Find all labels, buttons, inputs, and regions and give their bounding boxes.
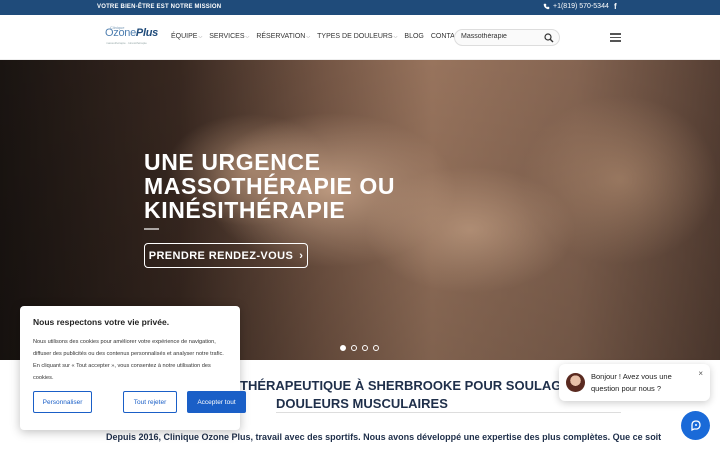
- chat-icon: [690, 419, 701, 431]
- nav-label: ÉQUIPE: [171, 33, 198, 40]
- phone-icon: [543, 3, 550, 10]
- slider-dot[interactable]: [362, 345, 368, 351]
- hero-title-line: MASSOTHÉRAPIE OU: [144, 173, 396, 199]
- cookie-body: Nous utilisons des cookies pour améliore…: [33, 339, 224, 381]
- hero-divider: [144, 228, 159, 230]
- chat-message: Bonjour ! Avez vous une question pour no…: [591, 372, 672, 393]
- top-bar: VOTRE BIEN-ÊTRE EST NOTRE MISSION +1(819…: [0, 0, 720, 15]
- section-title-line1: THÉRAPEUTIQUE À SHERBROOKE POUR SOULAGE: [240, 378, 571, 393]
- section-title-line2: DOULEURS MUSCULAIRES: [276, 396, 448, 411]
- logo-tagline: massothérapie · kinésithérapie: [106, 41, 147, 45]
- cookie-title: Nous respectons votre vie privée.: [33, 317, 170, 327]
- slider-dot[interactable]: [340, 345, 346, 351]
- hero-title-line: KINÉSITHÉRAPIE: [144, 197, 346, 223]
- mission-text: VOTRE BIEN-ÊTRE EST NOTRE MISSION: [97, 4, 222, 10]
- main-nav: ÉQUIPE ⌵ SERVICES ⌵ RÉSERVATION ⌵ TYPES DE DOU…: [171, 33, 471, 40]
- search-icon[interactable]: [544, 33, 554, 43]
- logo[interactable]: Clinique OzonePlus massothérapie · kinés…: [105, 25, 160, 51]
- avatar: [566, 373, 585, 392]
- nav-item-blog[interactable]: BLOG: [404, 33, 423, 40]
- chat-greeting[interactable]: Bonjour ! Avez vous une question pour no…: [559, 364, 710, 401]
- logo-brand: OzonePlus: [105, 27, 158, 39]
- slider-dots: [340, 345, 379, 351]
- search-input[interactable]: [461, 33, 541, 40]
- header: Clinique OzonePlus massothérapie · kinés…: [0, 15, 720, 60]
- nav-label: BLOG: [404, 33, 424, 40]
- chevron-down-icon: ⌵: [245, 33, 250, 40]
- slider-dot[interactable]: [373, 345, 379, 351]
- customize-button[interactable]: Personnaliser: [33, 391, 92, 413]
- reject-all-button[interactable]: Tout rejeter: [123, 391, 177, 413]
- nav-label: TYPES DE DOULEURS: [317, 33, 393, 40]
- nav-item-services[interactable]: SERVICES ⌵: [209, 33, 249, 40]
- hero-title-line: UNE URGENCE: [144, 149, 321, 175]
- chevron-down-icon: ⌵: [306, 33, 311, 40]
- facebook-icon[interactable]: f: [614, 2, 617, 11]
- cookie-consent-dialog: Nous respectons votre vie privée. Nous u…: [20, 306, 246, 430]
- slider-dot[interactable]: [351, 345, 357, 351]
- nav-item-réservation[interactable]: RÉSERVATION ⌵: [256, 33, 310, 40]
- nav-item-types-de-douleurs[interactable]: TYPES DE DOULEURS ⌵: [317, 33, 397, 40]
- chevron-right-icon: ›: [299, 249, 304, 262]
- cta-label: PRENDRE RENDEZ-VOUS: [148, 249, 294, 262]
- nav-item-équipe[interactable]: ÉQUIPE ⌵: [171, 33, 202, 40]
- chevron-down-icon: ⌵: [393, 33, 398, 40]
- nav-label: SERVICES: [209, 33, 245, 40]
- close-icon[interactable]: ×: [698, 369, 703, 378]
- phone-number: +1(819) 570-5344: [553, 3, 609, 10]
- search-box: [454, 29, 560, 46]
- hero-title: UNE URGENCE MASSOTHÉRAPIE OU KINÉSITHÉRA…: [144, 150, 444, 222]
- section-divider: [276, 412, 621, 413]
- intro-text: Depuis 2016, Clinique Ozone Plus, travai…: [106, 432, 662, 442]
- chevron-down-icon: ⌵: [198, 33, 203, 40]
- menu-icon[interactable]: [610, 33, 621, 42]
- accept-all-button[interactable]: Accepter tout: [187, 391, 246, 413]
- chat-launcher-button[interactable]: [681, 411, 710, 440]
- book-appointment-button[interactable]: PRENDRE RENDEZ-VOUS ›: [144, 243, 308, 268]
- phone-link[interactable]: +1(819) 570-5344: [543, 3, 609, 10]
- nav-label: RÉSERVATION: [256, 33, 306, 40]
